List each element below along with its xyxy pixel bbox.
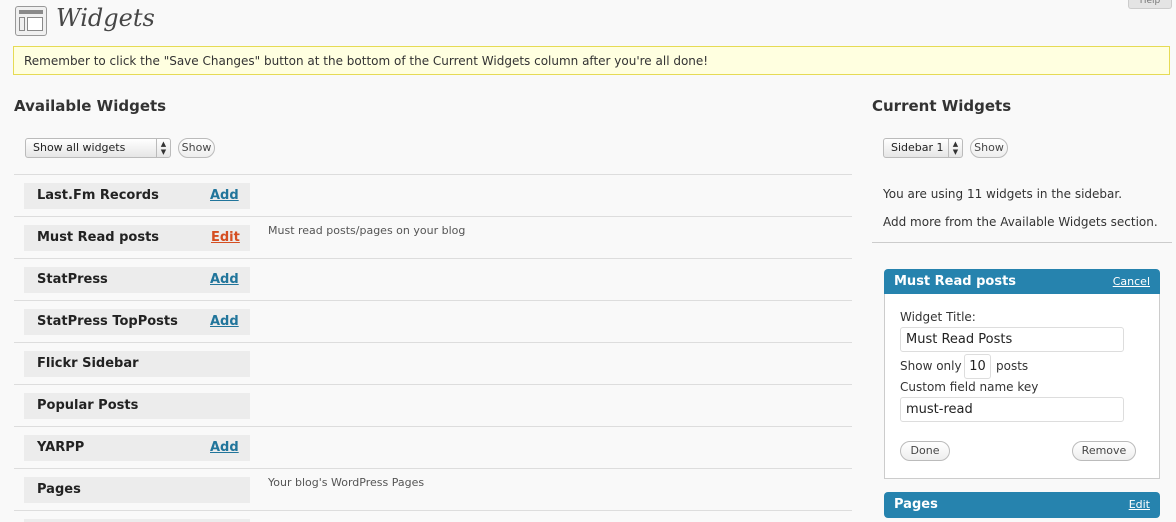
divider — [14, 300, 852, 301]
widget-name: YARPP — [37, 440, 85, 455]
custom-field-input[interactable]: must-read — [900, 397, 1124, 422]
widget-name: StatPress — [37, 272, 108, 287]
done-button[interactable]: Done — [900, 441, 950, 461]
add-link[interactable]: Add — [210, 272, 239, 287]
save-changes-notice: Remember to click the "Save Changes" but… — [13, 46, 1170, 75]
widgets-page-icon — [15, 6, 47, 36]
widget-filter-value: Show all widgets — [33, 141, 126, 154]
widget-name: Last.Fm Records — [37, 188, 159, 203]
divider — [14, 258, 852, 259]
divider — [14, 426, 852, 427]
select-arrows-icon: ▲ ▼ — [156, 139, 170, 157]
widget-name: Popular Posts — [37, 398, 139, 413]
divider — [14, 510, 852, 511]
divider — [14, 216, 852, 217]
add-link[interactable]: Add — [210, 314, 239, 329]
remove-button[interactable]: Remove — [1072, 441, 1136, 461]
edit-link[interactable]: Edit — [1129, 498, 1150, 511]
edit-link[interactable]: Edit — [211, 230, 240, 245]
show-only-label: Show only — [900, 359, 962, 373]
available-widgets-heading: Available Widgets — [14, 97, 167, 115]
sidebar-show-button[interactable]: Show — [970, 138, 1008, 158]
widget-title: Must Read posts — [894, 274, 1017, 289]
widget-description: Must read posts/pages on your blog — [268, 224, 466, 237]
widget-filter-select[interactable]: Show all widgets ▲ ▼ — [25, 138, 171, 158]
divider — [14, 174, 852, 175]
widget-title-label: Widget Title: — [900, 310, 976, 324]
widget-name: Must Read posts — [37, 230, 160, 245]
page-title: Widgets — [56, 4, 155, 32]
filter-show-button[interactable]: Show — [178, 138, 215, 158]
posts-label: posts — [996, 359, 1029, 373]
add-link[interactable]: Add — [210, 440, 239, 455]
widget-title-input[interactable]: Must Read Posts — [900, 327, 1124, 352]
widget-count-text: You are using 11 widgets in the sidebar. — [883, 187, 1123, 201]
widget-name: Flickr Sidebar — [37, 356, 139, 371]
widget-name: Pages — [37, 482, 81, 497]
post-count-input[interactable]: 10 — [964, 354, 991, 379]
divider — [872, 242, 1172, 243]
widget-titlebar-pages[interactable]: Pages Edit — [884, 492, 1160, 518]
help-tab[interactable]: Help — [1128, 0, 1172, 9]
divider — [14, 342, 852, 343]
select-arrows-icon: ▲ ▼ — [948, 139, 962, 157]
widget-name: StatPress TopPosts — [37, 314, 178, 329]
sidebar-select[interactable]: Sidebar 1 ▲ ▼ — [883, 138, 963, 158]
widget-description: Your blog's WordPress Pages — [268, 476, 425, 489]
add-link[interactable]: Add — [210, 188, 239, 203]
add-more-hint: Add more from the Available Widgets sect… — [883, 215, 1158, 229]
divider — [14, 468, 852, 469]
current-widgets-heading: Current Widgets — [872, 97, 1012, 115]
divider — [14, 384, 852, 385]
cancel-link[interactable]: Cancel — [1113, 275, 1150, 288]
custom-field-label: Custom field name key — [900, 380, 1039, 394]
widget-title: Pages — [894, 497, 938, 512]
widget-titlebar-must-read[interactable]: Must Read posts Cancel — [884, 269, 1160, 295]
sidebar-select-value: Sidebar 1 — [891, 141, 944, 154]
